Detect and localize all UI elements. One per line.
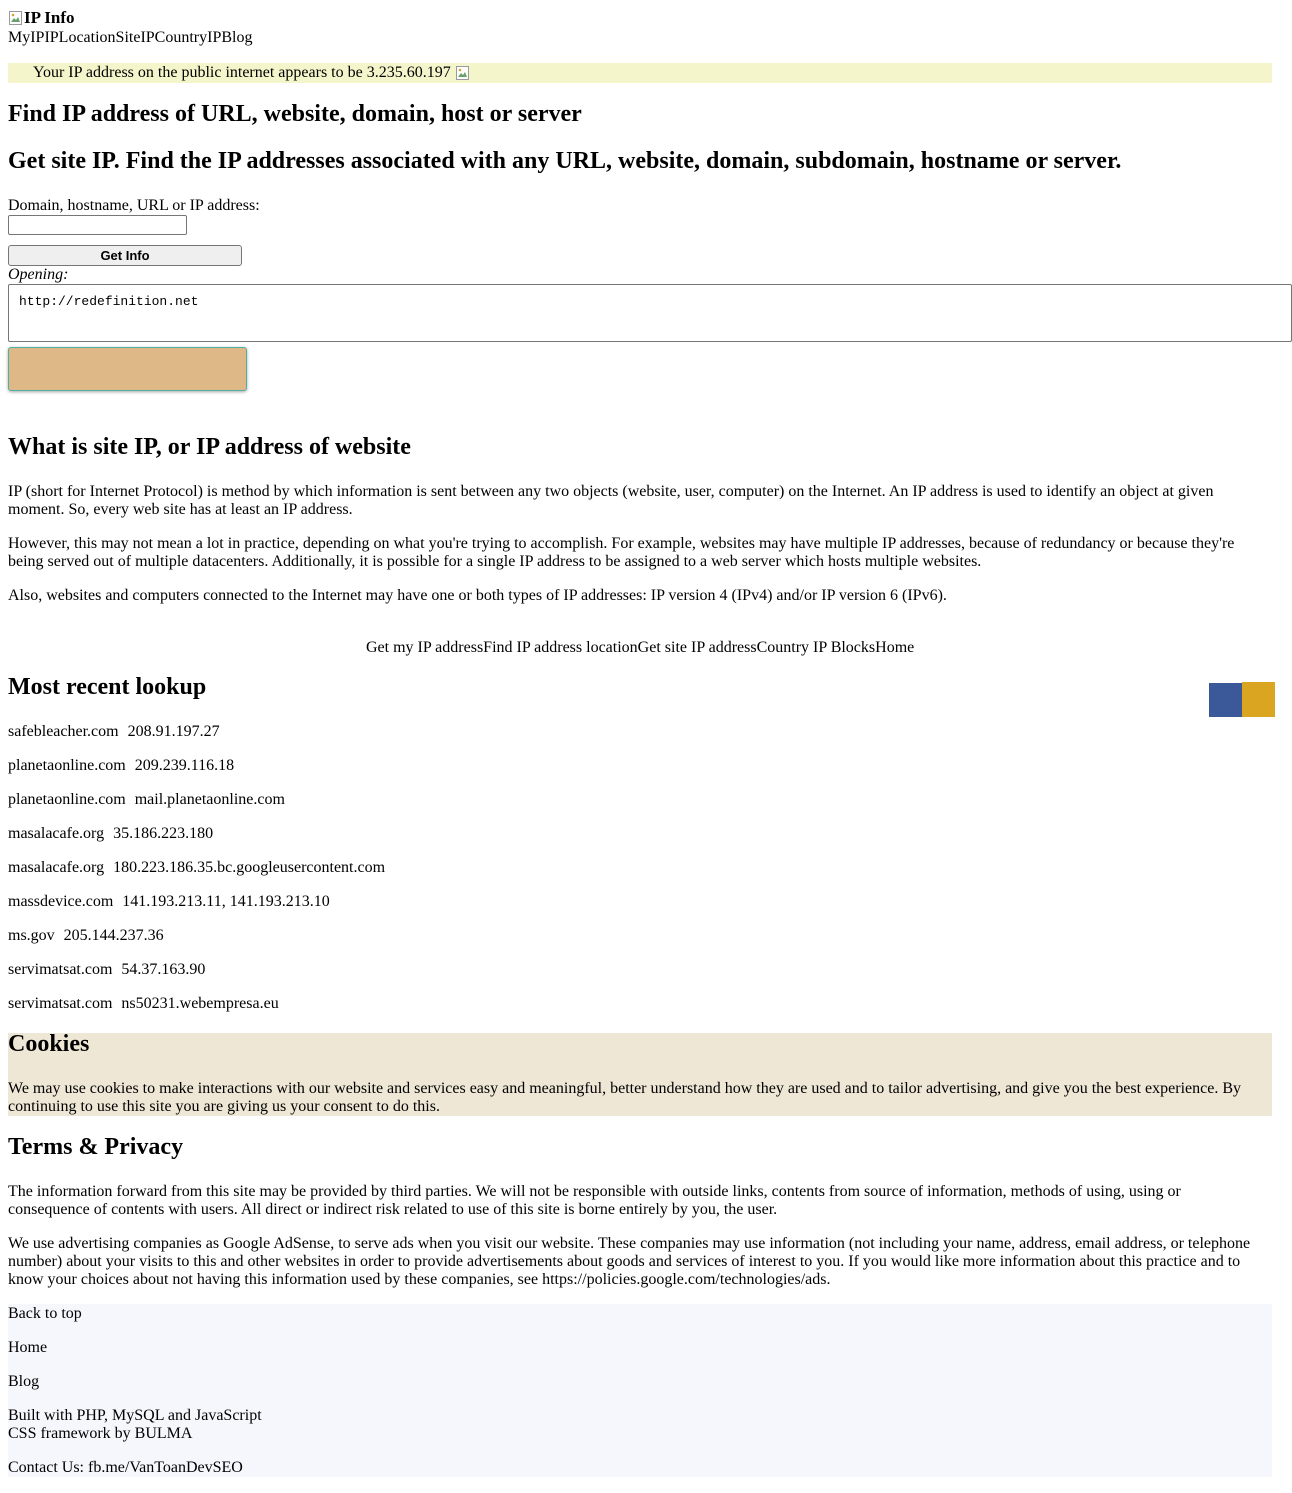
lookup-domain[interactable]: planetaonline.com xyxy=(8,791,126,808)
list-item: servimatsat.com ns50231.webempresa.eu xyxy=(8,995,279,1013)
cookies-notice: Cookies We may use cookies to make inter… xyxy=(8,1031,1272,1116)
bottom-nav: Get my IP addressFind IP address locatio… xyxy=(366,639,914,657)
cookies-heading: Cookies xyxy=(8,1031,90,1057)
ip-banner: Your IP address on the public internet a… xyxy=(8,63,1272,83)
lookup-domain[interactable]: masalacafe.org xyxy=(8,859,104,876)
ip-banner-text: Your IP address on the public internet a… xyxy=(33,64,451,81)
about-paragraph: Also, websites and computers connected t… xyxy=(8,587,947,604)
lookup-domain[interactable]: servimatsat.com xyxy=(8,961,112,978)
opening-url-field[interactable]: http://redefinition.net xyxy=(8,284,1292,342)
lookup-ip[interactable]: 141.193.213.11, 141.193.213.10 xyxy=(122,893,329,910)
lookup-ip[interactable]: 208.91.197.27 xyxy=(128,723,220,740)
page-title: Find IP address of URL, website, domain,… xyxy=(8,101,582,127)
built-with-text: Built with PHP, MySQL and JavaScript xyxy=(8,1407,262,1424)
css-framework-text: CSS framework by BULMA xyxy=(8,1425,193,1442)
list-item: massdevice.com 141.193.213.11, 141.193.21… xyxy=(8,893,330,911)
broken-image-icon xyxy=(8,10,24,26)
list-item: planetaonline.com 209.239.116.18 xyxy=(8,757,234,775)
lookup-ip[interactable]: 205.144.237.36 xyxy=(64,927,164,944)
broken-image-icon xyxy=(455,65,471,81)
get-info-button[interactable]: Get Info xyxy=(8,245,242,266)
lookup-ip[interactable]: 209.239.116.18 xyxy=(135,757,234,774)
lookup-domain[interactable]: servimatsat.com xyxy=(8,995,112,1012)
lookup-ip[interactable]: 54.37.163.90 xyxy=(121,961,205,978)
domain-input-label: Domain, hostname, URL or IP address: xyxy=(8,197,260,214)
lookup-ip[interactable]: 35.186.223.180 xyxy=(113,825,213,842)
share-icon[interactable] xyxy=(1242,682,1275,717)
lookup-domain[interactable]: ms.gov xyxy=(8,927,55,944)
terms-paragraph: The information forward from this site m… xyxy=(8,1183,1181,1218)
domain-input[interactable] xyxy=(8,215,187,235)
lookup-ip[interactable]: 180.223.186.35.bc.googleusercontent.com xyxy=(113,859,385,876)
lookup-domain[interactable]: massdevice.com xyxy=(8,893,113,910)
link-home[interactable]: Home xyxy=(875,639,914,656)
footer-blog-link[interactable]: Blog xyxy=(8,1373,39,1391)
contact-text[interactable]: Contact Us: fb.me/VanToanDevSEO xyxy=(8,1459,243,1477)
list-item: servimatsat.com 54.37.163.90 xyxy=(8,961,205,979)
list-item: masalacafe.org 180.223.186.35.bc.googleus… xyxy=(8,859,385,877)
about-paragraph: IP (short for Internet Protocol) is meth… xyxy=(8,483,1214,518)
terms-heading: Terms & Privacy xyxy=(8,1134,184,1160)
about-paragraph: However, this may not mean a lot in prac… xyxy=(8,535,1235,570)
facebook-share-icon[interactable] xyxy=(1209,683,1242,717)
link-get-site-ip[interactable]: Get site IP address xyxy=(638,639,757,656)
terms-paragraph: We use advertising companies as Google A… xyxy=(8,1235,1251,1288)
link-get-my-ip[interactable]: Get my IP address xyxy=(366,639,483,656)
ip-banner-content: Your IP address on the public internet a… xyxy=(33,64,471,82)
list-item: ms.gov 205.144.237.36 xyxy=(8,927,164,945)
link-find-ip-location[interactable]: Find IP address location xyxy=(483,639,638,656)
footer: Back to top Home Blog Built with PHP, My… xyxy=(8,1304,1272,1477)
nav-link-myip[interactable]: MyIP xyxy=(8,29,44,46)
cookies-text: We may use cookies to make interactions … xyxy=(8,1080,1241,1115)
link-country-ip-blocks[interactable]: Country IP Blocks xyxy=(757,639,876,656)
nav-link-countryip[interactable]: CountryIP xyxy=(155,29,222,46)
list-item: masalacafe.org 35.186.223.180 xyxy=(8,825,213,843)
footer-home-link[interactable]: Home xyxy=(8,1339,47,1357)
back-to-top-link[interactable]: Back to top xyxy=(8,1305,82,1323)
page-subtitle: Get site IP. Find the IP addresses assoc… xyxy=(8,148,1122,174)
about-heading: What is site IP, or IP address of websit… xyxy=(8,434,411,460)
list-item: safebleacher.com 208.91.197.27 xyxy=(8,723,220,741)
nav-link-siteip[interactable]: SiteIP xyxy=(116,29,155,46)
recent-lookup-heading: Most recent lookup xyxy=(8,674,207,700)
action-button[interactable] xyxy=(8,347,247,391)
nav-link-blog[interactable]: Blog xyxy=(221,29,252,46)
opening-url-value: http://redefinition.net xyxy=(19,294,199,309)
nav-link-iplocation[interactable]: IPLocation xyxy=(44,29,115,46)
lookup-domain[interactable]: safebleacher.com xyxy=(8,723,119,740)
site-logo[interactable]: IP Info xyxy=(8,8,75,28)
lookup-ip[interactable]: mail.planetaonline.com xyxy=(135,791,285,808)
lookup-domain[interactable]: planetaonline.com xyxy=(8,757,126,774)
top-nav: MyIPIPLocationSiteIPCountryIPBlog xyxy=(8,29,252,47)
page: IP Info MyIPIPLocationSiteIPCountryIPBlo… xyxy=(8,0,1292,1493)
logo-alt-text: IP Info xyxy=(24,8,75,27)
opening-label: Opening: xyxy=(8,266,69,283)
lookup-domain[interactable]: masalacafe.org xyxy=(8,825,104,842)
lookup-ip[interactable]: ns50231.webempresa.eu xyxy=(121,995,278,1012)
list-item: planetaonline.com mail.planetaonline.com xyxy=(8,791,285,809)
